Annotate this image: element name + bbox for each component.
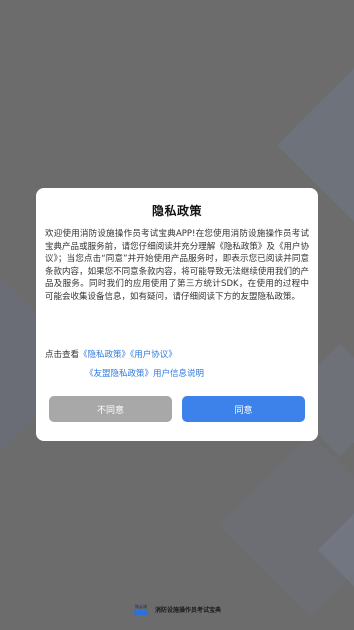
privacy-policy-dialog: 隐私政策 欢迎使用消防设施操作员考试宝典APP!在您使用消防设施操作员考试宝典产… <box>36 188 318 441</box>
app-logo-pill <box>133 609 148 615</box>
user-agreement-link[interactable]: 《用户协议》 <box>130 350 177 360</box>
dialog-title: 隐私政策 <box>151 204 202 218</box>
policy-links-row: 点击查看《隐私政策》《用户协议》 <box>45 348 177 360</box>
privacy-policy-link[interactable]: 《隐私政策》 <box>79 350 130 360</box>
umeng-privacy-link[interactable]: 《友盟隐私政策》 <box>85 369 153 379</box>
app-logo-text: 微云课 <box>134 603 147 609</box>
app-name: 消防设施操作员考试宝典 <box>154 606 221 614</box>
background-shape <box>218 433 354 617</box>
user-info-link[interactable]: 用户信息说明 <box>153 369 204 379</box>
agree-button[interactable]: 同意 <box>182 396 305 422</box>
app-logo: 微云课 <box>133 602 149 616</box>
disagree-button[interactable]: 不同意 <box>49 396 172 422</box>
umeng-links-row: 《友盟隐私政策》用户信息说明 <box>85 367 204 379</box>
links-prefix: 点击查看 <box>45 350 80 360</box>
dialog-body-text: 欢迎使用消防设施操作员考试宝典APP!在您使用消防设施操作员考试宝典产品或服务前… <box>45 229 309 302</box>
splash-footer: 微云课 消防设施操作员考试宝典 <box>0 602 354 616</box>
